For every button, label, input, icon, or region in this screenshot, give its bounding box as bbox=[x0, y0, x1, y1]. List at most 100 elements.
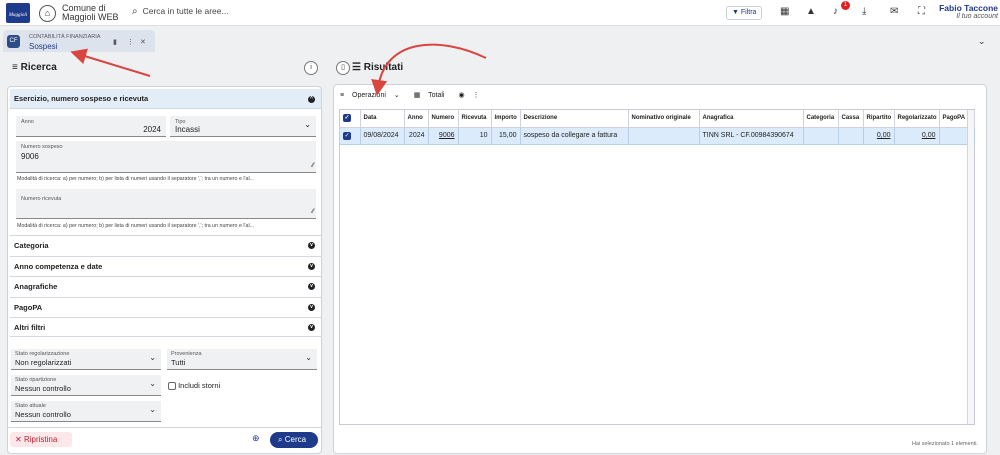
fullscreen-icon[interactable]: ⛶ bbox=[918, 6, 925, 18]
numero-sospeso-field[interactable]: Numero sospeso 9006 ⁄⁄ bbox=[16, 141, 316, 173]
cell-regolarizzato[interactable]: 0,00 bbox=[894, 127, 940, 145]
module-icon: CF bbox=[7, 35, 20, 48]
table-header-row: ✓ Data Anno Numero Ricevuta Importo Desc… bbox=[340, 110, 975, 128]
stato-regolarizzazione-label: Stato regolarizzazione bbox=[15, 351, 70, 357]
municipality-icon: ⌂ bbox=[39, 5, 56, 22]
section-anno-competenza-label: Anno competenza e date bbox=[14, 262, 103, 271]
column-header[interactable]: Anno bbox=[404, 110, 429, 128]
checkbox-box[interactable] bbox=[168, 382, 176, 391]
search-placeholder[interactable]: Cerca in tutte le aree... bbox=[143, 6, 229, 16]
list-icon: ☰ bbox=[352, 62, 361, 73]
provenienza-value: Tutti bbox=[171, 358, 186, 367]
maggioli-logo[interactable]: Maggioli bbox=[6, 3, 30, 23]
cell-cassa bbox=[838, 127, 864, 145]
section-categoria[interactable]: Categoria v bbox=[10, 235, 321, 255]
row-checkbox[interactable]: ✓ bbox=[340, 127, 361, 145]
annotation-arrow-tab bbox=[70, 48, 151, 77]
search-icon: ⌕ bbox=[278, 435, 283, 444]
column-header[interactable]: Data bbox=[360, 110, 405, 128]
numero-sospeso-value[interactable]: 9006 bbox=[21, 152, 39, 161]
tipo-select[interactable]: Tipo Incassi ⌄ bbox=[170, 116, 316, 137]
more-icon[interactable]: ⋮ bbox=[127, 38, 134, 46]
column-header[interactable]: Numero bbox=[428, 110, 459, 128]
download-icon[interactable]: ⤓ bbox=[862, 6, 866, 18]
results-table: ✓ Data Anno Numero Ricevuta Importo Desc… bbox=[340, 110, 975, 145]
column-header[interactable]: Nominativo originale bbox=[628, 110, 700, 128]
global-search[interactable]: ⌕ Cerca in tutte le aree... bbox=[132, 6, 229, 17]
app-name: Comune di Maggioli WEB bbox=[62, 4, 119, 22]
table-row[interactable]: ✓ 09/08/2024 2024 9006 10 15,00 sospeso … bbox=[340, 127, 975, 145]
numero-ricevuta-field[interactable]: Numero ricevuta ⁄⁄ bbox=[16, 189, 316, 219]
resize-handle-icon[interactable]: ⁄⁄ bbox=[312, 209, 314, 215]
bell-icon[interactable]: ♪ bbox=[833, 6, 838, 18]
column-header[interactable]: Descrizione bbox=[520, 110, 629, 128]
mail-icon[interactable]: ✉ bbox=[890, 6, 898, 18]
chevron-down-icon[interactable]: ⌄ bbox=[978, 36, 986, 47]
section-pagopa[interactable]: PagoPA v bbox=[10, 297, 321, 317]
stato-ripartizione-label: Stato ripartizione bbox=[15, 377, 57, 383]
tipo-value[interactable]: Incassi bbox=[175, 125, 200, 134]
column-header[interactable]: Ripartito bbox=[863, 110, 895, 128]
cell-descrizione: sospeso da collegare a fattura bbox=[520, 127, 629, 145]
anno-field[interactable]: Anno 2024 bbox=[16, 116, 166, 137]
tab-sospesi[interactable]: CF CONTABILITÀ FINANZIARIA Sospesi ▮ ⋮ ✕ bbox=[3, 30, 155, 52]
column-header[interactable]: Anagrafica bbox=[699, 110, 804, 128]
numero-sospeso-label: Numero sospeso bbox=[21, 144, 63, 150]
section-esercizio: Esercizio, numero sospeso e ricevuta ^ An… bbox=[10, 89, 321, 239]
reset-button[interactable]: ✕ Ripristina bbox=[10, 432, 72, 447]
bookmark-icon[interactable]: ▮ bbox=[113, 38, 117, 46]
advanced-search-icon[interactable]: ⊕ bbox=[252, 433, 260, 444]
totali-button[interactable]: ▦ Totali bbox=[414, 92, 451, 99]
includi-storni-label: Includi storni bbox=[178, 381, 221, 390]
operazioni-label: Operazioni bbox=[352, 92, 386, 99]
column-header[interactable]: Ricevuta bbox=[458, 110, 492, 128]
top-bar: Maggioli ⌂ Comune di Maggioli WEB ⌕ Cerca… bbox=[0, 0, 1000, 26]
column-header[interactable]: Importo bbox=[491, 110, 521, 128]
vertical-scrollbar[interactable] bbox=[967, 110, 974, 424]
search-button[interactable]: ⌕ Cerca bbox=[270, 432, 318, 448]
filter-button[interactable]: ▼ Filtra bbox=[726, 6, 763, 20]
operazioni-button[interactable]: ≡ Operazioni ⌄ bbox=[340, 92, 406, 99]
user-menu[interactable]: Fabio Taccone Il tuo account bbox=[939, 3, 998, 20]
cell-ricevuta: 10 bbox=[458, 127, 492, 145]
collapse-icon: ^ bbox=[308, 96, 315, 103]
cell-ripartito[interactable]: 0,00 bbox=[863, 127, 895, 145]
section-altri-filtri[interactable]: Altri filtri v bbox=[10, 317, 321, 337]
column-header[interactable]: Cassa bbox=[838, 110, 864, 128]
section-esercizio-label: Esercizio, numero sospeso e ricevuta bbox=[14, 94, 149, 103]
stato-regolarizzazione-select[interactable]: Stato regolarizzazione Non regolarizzati… bbox=[11, 349, 161, 370]
includi-storni-checkbox[interactable]: Includi storni bbox=[168, 381, 221, 391]
anno-value[interactable]: 2024 bbox=[143, 125, 161, 134]
close-icon: ✕ bbox=[15, 435, 22, 444]
stato-attuale-select[interactable]: Stato attuale Nessun controllo ⌄ bbox=[11, 401, 161, 422]
section-esercizio-header[interactable]: Esercizio, numero sospeso e ricevuta ^ bbox=[10, 89, 321, 109]
column-header[interactable]: Regolarizzato bbox=[894, 110, 940, 128]
tab-title: Sospesi bbox=[29, 42, 58, 51]
eye-icon[interactable]: ◉ bbox=[458, 92, 464, 99]
provenienza-select[interactable]: Provenienza Tutti ⌄ bbox=[167, 349, 317, 370]
close-icon[interactable]: ✕ bbox=[140, 38, 146, 46]
more-icon[interactable]: ⋮ bbox=[473, 92, 480, 99]
cell-importo: 15,00 bbox=[491, 127, 521, 145]
stato-ripartizione-select[interactable]: Stato ripartizione Nessun controllo ⌄ bbox=[11, 375, 161, 396]
search-button-label: Cerca bbox=[284, 435, 307, 444]
section-anno-competenza[interactable]: Anno competenza e date v bbox=[10, 256, 321, 276]
filter-label: Filtra bbox=[740, 9, 757, 16]
check-icon: ✓ bbox=[343, 131, 351, 140]
expand-icon: v bbox=[308, 242, 315, 249]
warning-icon[interactable]: ▲ bbox=[806, 6, 816, 18]
select-all-checkbox[interactable]: ✓ bbox=[340, 110, 361, 128]
results-toolbar: ≡ Operazioni ⌄ ▦ Totali ◉ ⋮ bbox=[340, 89, 486, 103]
grid-icon[interactable]: ▦ bbox=[780, 6, 789, 18]
cell-numero[interactable]: 9006 bbox=[428, 127, 459, 145]
info-icon[interactable]: i bbox=[304, 61, 318, 75]
stato-ripartizione-value: Nessun controllo bbox=[15, 384, 71, 393]
resize-handle-icon[interactable]: ⁄⁄ bbox=[312, 163, 314, 169]
column-header[interactable]: Categoria bbox=[803, 110, 839, 128]
expand-icon: v bbox=[308, 283, 315, 290]
section-altri-filtri-label: Altri filtri bbox=[14, 323, 46, 332]
sidebar-toggle-icon[interactable]: ▯ bbox=[336, 61, 350, 75]
section-pagopa-label: PagoPA bbox=[14, 303, 43, 312]
cell-nominativo bbox=[628, 127, 700, 145]
section-anagrafiche[interactable]: Anagrafiche v bbox=[10, 276, 321, 296]
